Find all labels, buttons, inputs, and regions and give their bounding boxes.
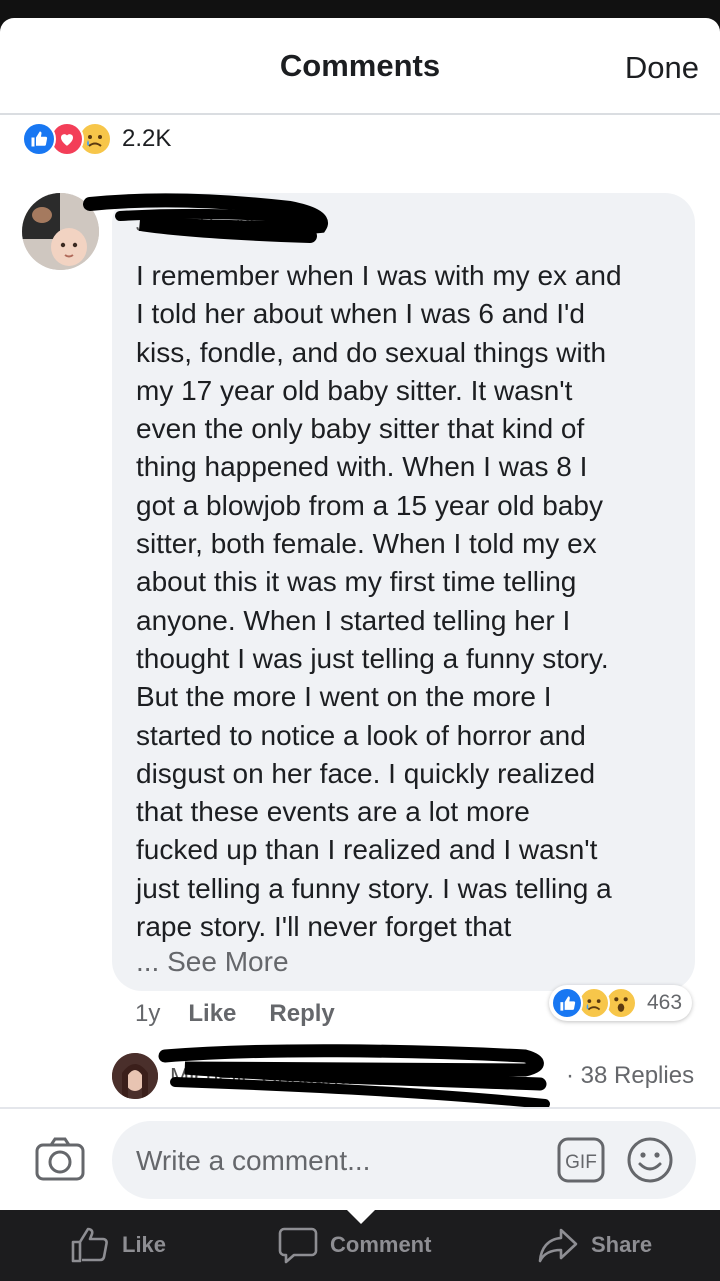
comments-header: Comments Done: [0, 18, 720, 115]
share-arrow-icon: [538, 1228, 578, 1263]
emoji-icon[interactable]: [626, 1136, 674, 1184]
gif-button[interactable]: GIF: [557, 1137, 605, 1183]
like-icon: [551, 987, 583, 1019]
tab-comment-label: Comment: [330, 1232, 432, 1257]
comment-reaction-icons: [551, 987, 641, 1019]
gif-label: GIF: [565, 1152, 597, 1173]
see-more-link[interactable]: ... See More: [136, 946, 289, 978]
reactions-count: 2.2K: [122, 125, 172, 152]
comment-bubble-icon: [278, 1227, 318, 1264]
page-title: Comments: [279, 48, 441, 83]
like-icon: [22, 122, 56, 156]
comment-actions: 1y Like Reply: [135, 997, 368, 1031]
tab-comment[interactable]: Comment: [278, 1221, 431, 1269]
reaction-icons: [22, 122, 118, 156]
tab-like[interactable]: Like: [70, 1221, 166, 1269]
comment-reaction-count: 463: [647, 991, 683, 1014]
comment-text: I remember when I was with my ex and I t…: [136, 260, 622, 943]
comment-input-placeholder: Write a comment...: [136, 1145, 371, 1176]
reply-button[interactable]: Reply: [269, 1000, 334, 1028]
tab-share-label: Share: [591, 1232, 653, 1257]
reply-author[interactable]: Michelle Christina Gervais R...: [170, 1063, 479, 1090]
thumbs-up-icon: [71, 1227, 108, 1263]
camera-icon[interactable]: [34, 1135, 86, 1183]
reply-avatar[interactable]: [112, 1053, 158, 1099]
view-replies-link[interactable]: · 38 Replies: [566, 1062, 694, 1090]
composer-divider: [0, 1107, 720, 1109]
tab-like-label: Like: [122, 1232, 167, 1257]
comment-author[interactable]: Jovani Heard: [136, 214, 254, 237]
header-divider: [0, 113, 720, 115]
avatar[interactable]: [22, 193, 99, 270]
like-button[interactable]: Like: [188, 1000, 236, 1028]
tab-share[interactable]: Share: [537, 1221, 652, 1269]
comment-reactions[interactable]: 463: [549, 985, 693, 1021]
done-button[interactable]: Done: [625, 50, 699, 86]
post-reactions-summary[interactable]: 2.2K: [22, 122, 171, 156]
comment-time: 1y: [135, 1000, 161, 1027]
